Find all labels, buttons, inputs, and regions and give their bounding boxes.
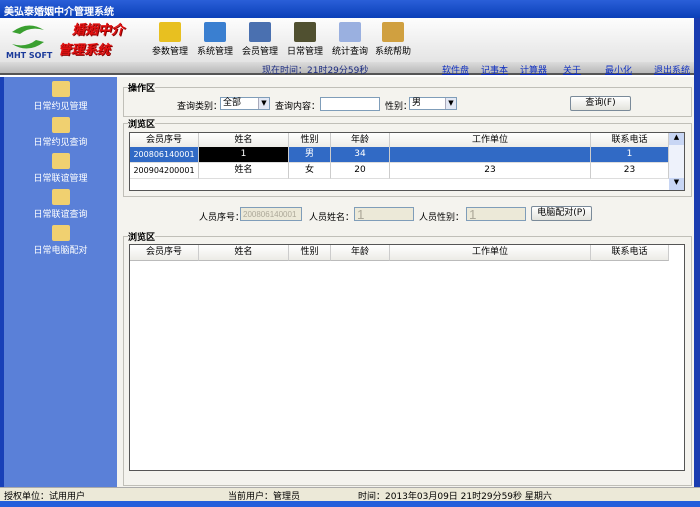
logo-icon xyxy=(12,25,44,49)
slogan-line1: 婚姻中介 xyxy=(72,23,125,38)
notepad-icon xyxy=(294,22,316,42)
taskbar xyxy=(0,501,700,507)
column-header[interactable]: 性别 xyxy=(289,245,331,261)
match-table: 会员序号 姓名 性别 年龄 工作单位 联系电话 xyxy=(129,244,685,471)
table-scrollbar[interactable]: ▲ ▼ xyxy=(669,133,684,190)
person-gender-input[interactable] xyxy=(466,207,526,221)
link-exit[interactable]: 退出系统 xyxy=(654,63,690,76)
window-border xyxy=(694,18,700,488)
status-bar: 授权单位：试用用户 当前用户：管理员 时间：2013年03月09日 21时29分… xyxy=(0,487,700,502)
clipboard-icon xyxy=(51,81,70,97)
column-header[interactable]: 工作单位 xyxy=(390,245,591,261)
table-cell: 男 xyxy=(289,147,331,163)
cabinet-icon xyxy=(204,22,226,42)
gender-select[interactable]: 男 ▼ xyxy=(409,97,457,110)
table-cell xyxy=(390,147,591,163)
sidebar-label: 日常联谊查询 xyxy=(33,210,88,220)
toolbar-button-0[interactable]: 参数管理 xyxy=(148,22,192,57)
link-notepad[interactable]: 记事本 xyxy=(481,63,508,76)
table-row[interactable]: 200904200001 姓名女 20 23 23 xyxy=(130,163,669,179)
sidebar: 日常约见管理 日常约见查询 日常联谊管理 日常联谊查询 日常电脑配对 xyxy=(0,77,117,487)
toolbar-label: 日常管理 xyxy=(286,47,323,57)
document-search-icon xyxy=(51,117,70,133)
toolbar-label: 统计查询 xyxy=(331,47,368,57)
time-bar: 现在时间：21时29分59秒 软件盘 记事本 计算器 关于 最小化 退出系统 xyxy=(0,62,700,76)
toolbar-button-1[interactable]: 系统管理 xyxy=(193,22,237,57)
table-cell: 女 xyxy=(289,163,331,179)
query-type-select[interactable]: 全部 ▼ xyxy=(220,97,270,110)
toolbar-button-4[interactable]: 统计查询 xyxy=(328,22,372,57)
toolbar-label: 参数管理 xyxy=(151,47,188,57)
person-id-input[interactable] xyxy=(240,207,302,221)
table-header: 会员序号 姓名 性别 年龄 工作单位 联系电话 xyxy=(130,245,669,261)
person-gender-label: 人员性别： xyxy=(419,213,465,223)
toolbar: MHT SOFT 婚姻中介 管理系统 参数管理 系统管理 会员管理 日常管理 统计查询系… xyxy=(0,18,700,62)
table-cell: 1 xyxy=(591,147,669,163)
main-panel: 操作区 查询类别： 全部 ▼ 查询内容： 性别： 男 ▼ 查询(F) 浏览区 ▲ ▼… xyxy=(117,77,694,487)
slogan-line2: 管理系统 xyxy=(58,43,111,58)
current-time: 现在时间：21时29分59秒 xyxy=(262,66,369,76)
home-icon xyxy=(382,22,404,42)
logo-text: MHT SOFT xyxy=(6,51,53,60)
computer-match-button[interactable]: 电脑配对(P) xyxy=(531,206,592,221)
scroll-down-icon[interactable]: ▼ xyxy=(669,178,684,190)
sidebar-item-4[interactable]: 日常电脑配对 xyxy=(4,225,117,256)
browse-legend-2: 浏览区 xyxy=(128,233,156,243)
chevron-down-icon: ▼ xyxy=(258,98,269,109)
operation-legend: 操作区 xyxy=(128,84,156,94)
toolbar-label: 系统管理 xyxy=(196,47,233,57)
column-header[interactable]: 联系电话 xyxy=(591,245,669,261)
table-cell: 200904200001 xyxy=(130,163,199,179)
query-content-label: 查询内容： xyxy=(275,102,321,112)
person-name-label: 人员姓名： xyxy=(309,213,355,223)
link-minimize[interactable]: 最小化 xyxy=(605,63,632,76)
sidebar-item-3[interactable]: 日常联谊查询 xyxy=(4,189,117,220)
link-calculator[interactable]: 计算器 xyxy=(520,63,547,76)
sidebar-label: 日常约见查询 xyxy=(33,138,88,148)
table-row[interactable]: 200806140001 1 男 34 1 xyxy=(130,147,669,163)
link-about[interactable]: 关于 xyxy=(563,63,581,76)
table-cell: 20 xyxy=(331,163,390,179)
query-type-value: 全部 xyxy=(223,98,242,108)
table-cell: 姓名 xyxy=(199,163,289,179)
sidebar-item-2[interactable]: 日常联谊管理 xyxy=(4,153,117,184)
scroll-up-icon[interactable]: ▲ xyxy=(669,133,684,145)
column-header[interactable]: 会员序号 xyxy=(130,245,199,261)
table-cell: 23 xyxy=(591,163,669,179)
person-name-input[interactable] xyxy=(354,207,414,221)
table-cell: 34 xyxy=(331,147,390,163)
query-button[interactable]: 查询(F) xyxy=(570,96,631,111)
chevron-down-icon: ▼ xyxy=(445,98,456,109)
title-bar: 美弘泰婚姻中介管理系统 xyxy=(0,0,700,18)
column-header[interactable]: 姓名 xyxy=(199,245,289,261)
sidebar-label: 日常联谊管理 xyxy=(33,174,88,184)
browse-legend-1: 浏览区 xyxy=(128,120,156,130)
person-id-label: 人员序号： xyxy=(199,213,245,223)
table-cell: 200806140001 xyxy=(130,147,199,163)
link-keyboard[interactable]: 软件盘 xyxy=(442,63,469,76)
table-cell: 1 xyxy=(199,147,289,163)
toolbar-label: 会员管理 xyxy=(241,47,278,57)
table-cell: 23 xyxy=(390,163,591,179)
column-header[interactable]: 年龄 xyxy=(331,245,390,261)
gender-value: 男 xyxy=(412,98,422,108)
toolbar-button-3[interactable]: 日常管理 xyxy=(283,22,327,57)
toolbar-label: 系统帮助 xyxy=(374,47,411,57)
toolbar-button-5[interactable]: 系统帮助 xyxy=(371,22,415,57)
toolbar-button-2[interactable]: 会员管理 xyxy=(238,22,282,57)
folder-icon xyxy=(51,225,70,241)
gender-label: 性别： xyxy=(385,102,413,112)
query-content-input[interactable] xyxy=(320,97,380,111)
computer-icon xyxy=(249,22,271,42)
file-info-icon xyxy=(51,189,70,205)
sidebar-label: 日常电脑配对 xyxy=(33,246,88,256)
member-table: ▲ ▼ 会员序号 姓名 性别 年龄 工作单位 联系电话 200806140001 1 男 34 1 2… xyxy=(129,132,685,191)
sidebar-label: 日常约见管理 xyxy=(33,102,88,112)
group-icon xyxy=(51,153,70,169)
query-type-label: 查询类别： xyxy=(177,102,223,112)
sidebar-item-0[interactable]: 日常约见管理 xyxy=(4,81,117,112)
warning-gear-icon xyxy=(159,22,181,42)
sidebar-item-1[interactable]: 日常约见查询 xyxy=(4,117,117,148)
calculator-icon xyxy=(339,22,361,42)
